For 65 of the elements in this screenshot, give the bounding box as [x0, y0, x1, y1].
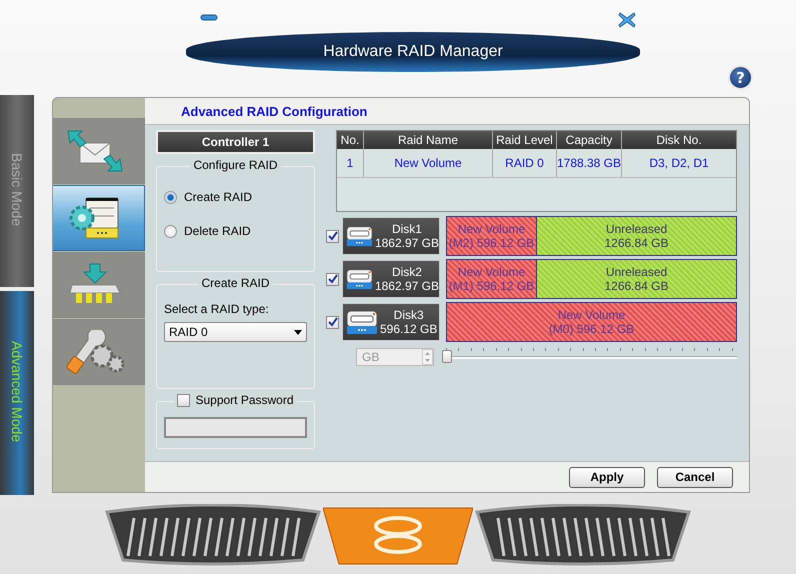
group-legend: Create RAID: [198, 276, 273, 290]
group-legend: Configure RAID: [190, 158, 281, 172]
disk-name: Disk1: [392, 222, 422, 236]
envelope-arrows-icon: [66, 129, 124, 173]
table-cell: RAID 0: [493, 149, 557, 178]
page-heading: Advanced RAID Configuration: [181, 104, 368, 118]
partition-label: New Volume: [458, 265, 526, 279]
partition-label: Unreleased: [606, 265, 668, 279]
help-button[interactable]: ?: [728, 65, 753, 90]
table-cell: 1788.38 GB: [557, 149, 622, 178]
nav-tab[interactable]: [53, 118, 145, 184]
raid-type-label: Select a RAID type:: [164, 302, 270, 316]
partition-size: 1266.84 GB: [604, 236, 669, 250]
disk-size: 596.12 GB: [380, 322, 438, 336]
partition-size: 1266.84 GB: [604, 279, 669, 293]
dialog-button[interactable]: Cancel: [657, 466, 733, 488]
table-cell: 1: [337, 149, 364, 178]
partition-label: Unreleased: [606, 222, 668, 236]
nav-tab[interactable]: [53, 252, 145, 318]
controller-label: Controller 1: [156, 130, 315, 154]
partition-size: (M0) 596.12 GB: [548, 322, 634, 336]
disk-size: 1862.97 GB: [374, 236, 439, 250]
partition-block[interactable]: New Volume (M2) 596.12 GB: [447, 217, 537, 255]
checkbox[interactable]: [326, 316, 339, 328]
partition-block[interactable]: New Volume (M0) 596.12 GB: [447, 303, 736, 341]
password-field[interactable]: [164, 417, 307, 438]
checkbox[interactable]: [326, 230, 339, 242]
partition-block[interactable]: Unreleased 1266.84 GB: [537, 260, 736, 298]
radio-label: Delete RAID: [184, 224, 251, 238]
partition-size: (M1) 596.12 GB: [448, 279, 534, 293]
wrench-gears-icon: [66, 330, 124, 374]
column-header: Capacity: [557, 131, 622, 149]
partition-label: New Volume: [558, 308, 626, 322]
minimize-icon[interactable]: [200, 14, 218, 22]
table-cell: New Volume: [364, 149, 493, 178]
column-header: Raid Name: [364, 131, 493, 149]
partition-block[interactable]: Unreleased 1266.84 GB: [537, 217, 736, 255]
disk-size: 1862.97 GB: [374, 279, 439, 293]
column-header: Disk No.: [655, 132, 703, 149]
dialog-button[interactable]: Apply: [569, 466, 645, 488]
column-header: Raid Level: [493, 131, 557, 149]
checkbox[interactable]: [326, 272, 339, 286]
caret-icon: [294, 330, 302, 334]
window-title: Hardware RAID Manager: [323, 43, 503, 61]
hard-drive-icon: [346, 309, 378, 335]
partition-label: New Volume: [458, 222, 526, 236]
partition-size: (M2) 596.12 GB: [448, 236, 534, 250]
nav-tab[interactable]: [53, 319, 145, 385]
disk-name: Disk3: [394, 308, 424, 322]
mode-tab[interactable]: Advanced Mode: [0, 290, 34, 495]
size-slider[interactable]: [442, 348, 737, 366]
radio-label: Create RAID: [184, 190, 252, 204]
checkbox-label: Support Password: [195, 393, 294, 407]
radio-button[interactable]: [164, 190, 177, 204]
disk-name: Disk2: [392, 265, 422, 279]
table-cell: D3, D2, D1: [622, 149, 736, 178]
close-icon[interactable]: [618, 12, 636, 28]
checkbox[interactable]: [177, 394, 190, 406]
nav-tab[interactable]: [53, 185, 145, 251]
column-header: No.: [337, 131, 364, 149]
raid-type-dropdown[interactable]: RAID 0: [164, 322, 307, 342]
spin-arrows-icon: [422, 349, 433, 365]
slider-thumb[interactable]: [442, 350, 452, 363]
radio-button[interactable]: [164, 224, 177, 238]
partition-block[interactable]: New Volume (M1) 596.12 GB: [447, 260, 537, 298]
